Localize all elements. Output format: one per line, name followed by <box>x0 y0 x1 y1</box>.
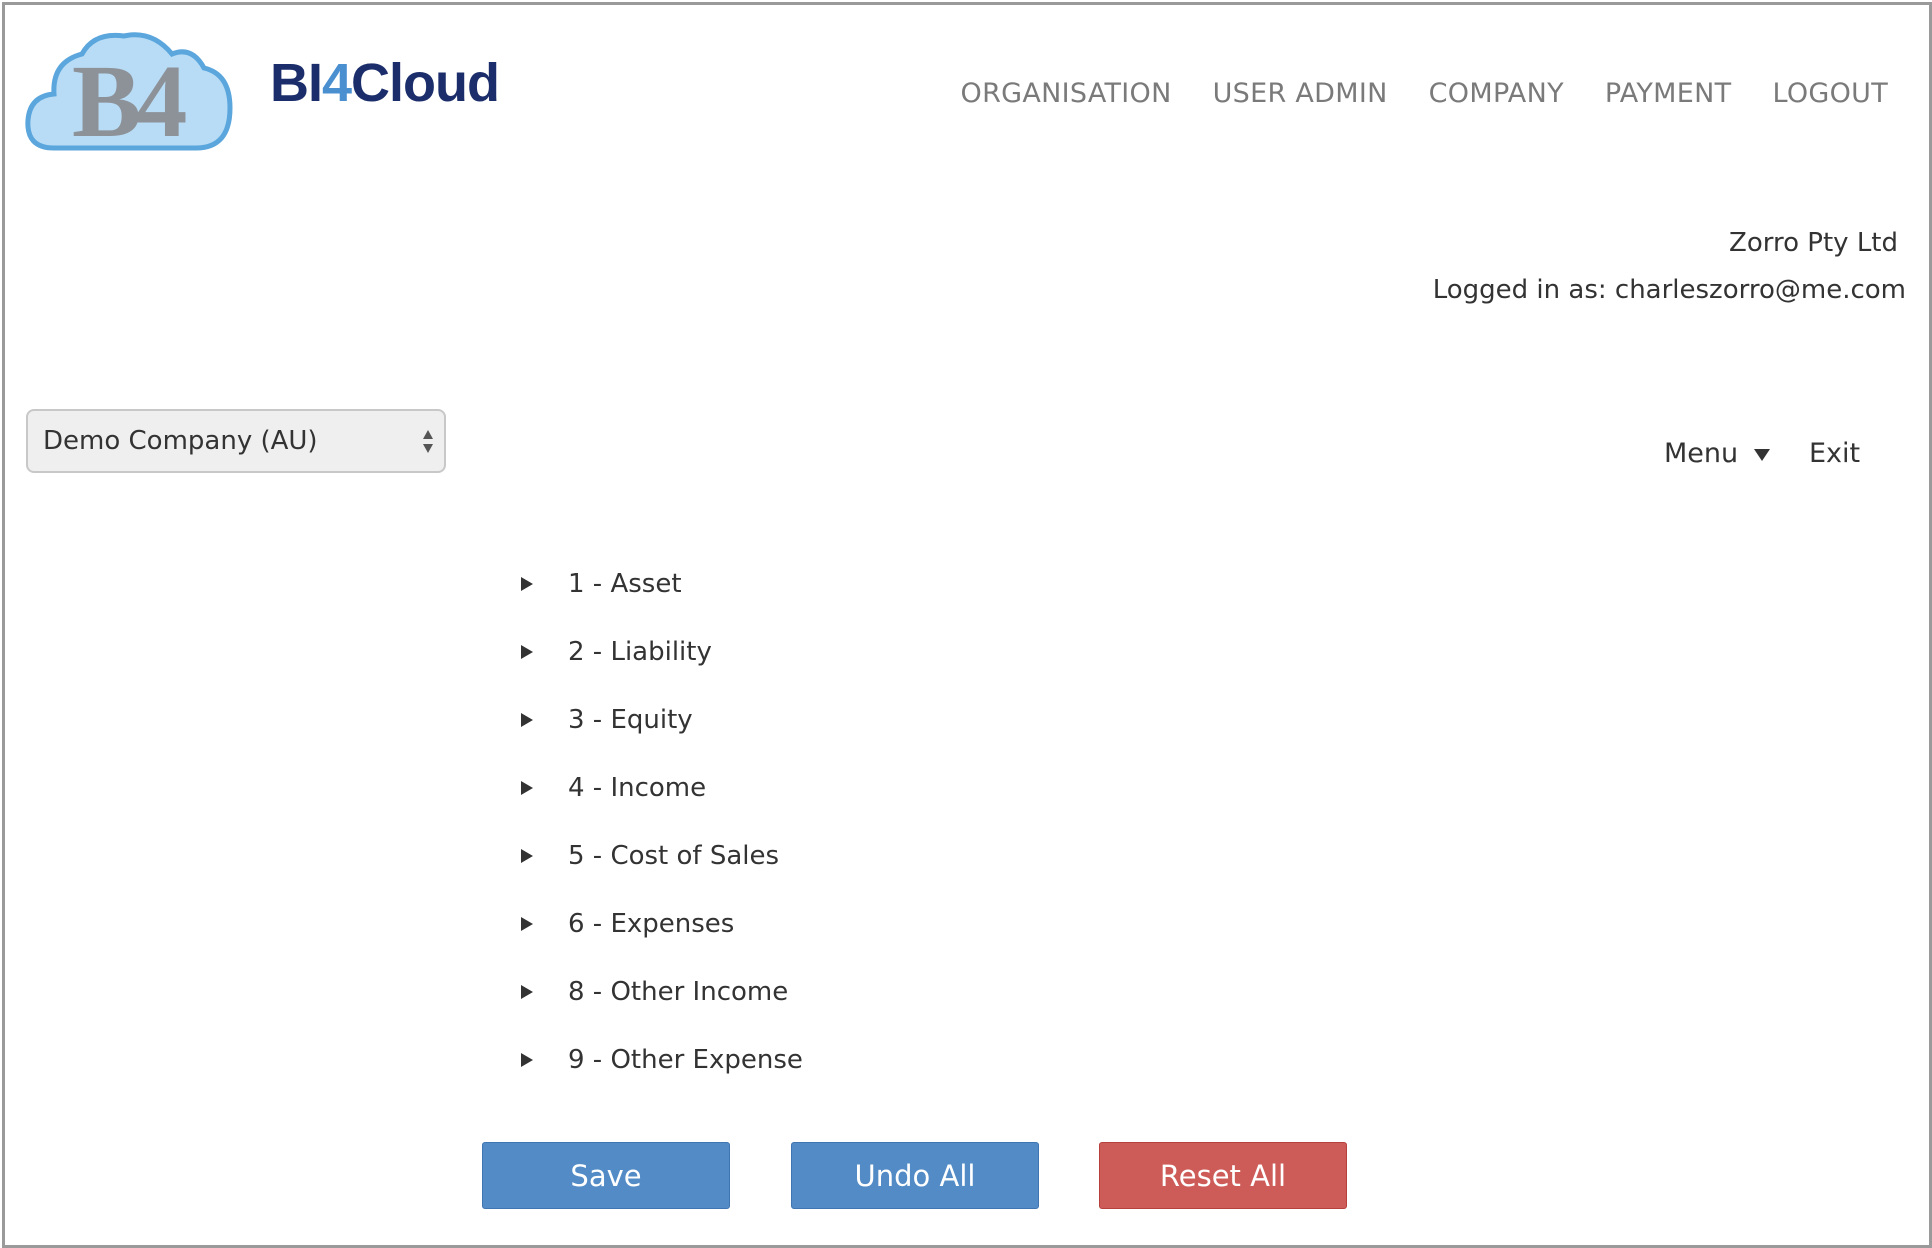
reset-all-button[interactable]: Reset All <box>1099 1142 1347 1209</box>
brand-name: BI4Cloud <box>270 52 500 114</box>
tree-item-label: 3 - Equity <box>568 705 693 735</box>
tree-item-label: 8 - Other Income <box>568 977 789 1007</box>
tree-item-label: 6 - Expenses <box>568 909 735 939</box>
expand-triangle-icon <box>521 985 533 999</box>
tree-item-label: 2 - Liability <box>568 637 712 667</box>
menu-dropdown[interactable]: Menu <box>1664 438 1771 469</box>
expand-triangle-icon <box>521 849 533 863</box>
expand-triangle-icon <box>521 645 533 659</box>
nav-organisation[interactable]: ORGANISATION <box>961 78 1172 109</box>
caret-down-icon <box>1753 448 1770 461</box>
logo-text: B4 <box>72 44 186 154</box>
window-frame <box>2 2 1932 1248</box>
company-select-value: Demo Company (AU) <box>43 426 318 456</box>
brand-four: 4 <box>322 53 352 113</box>
brand-cloud: Cloud <box>351 53 500 113</box>
select-arrows-icon <box>423 430 433 453</box>
expand-triangle-icon <box>521 577 533 591</box>
expand-triangle-icon <box>521 781 533 795</box>
top-nav: ORGANISATION USER ADMIN COMPANY PAYMENT … <box>961 78 1888 109</box>
tree-item-asset[interactable]: 1 - Asset <box>518 562 682 606</box>
expand-triangle-icon <box>521 917 533 931</box>
tree-item-expenses[interactable]: 6 - Expenses <box>518 902 734 946</box>
tree-item-other-expense[interactable]: 9 - Other Expense <box>518 1038 803 1082</box>
tree-item-label: 9 - Other Expense <box>568 1045 803 1075</box>
expand-triangle-icon <box>521 713 533 727</box>
tree-item-income[interactable]: 4 - Income <box>518 766 706 810</box>
tree-item-cost-of-sales[interactable]: 5 - Cost of Sales <box>518 834 779 878</box>
save-button[interactable]: Save <box>482 1142 730 1209</box>
menu-label: Menu <box>1664 438 1739 469</box>
expand-triangle-icon <box>521 1053 533 1067</box>
exit-link[interactable]: Exit <box>1809 438 1860 469</box>
company-name: Zorro Pty Ltd <box>1729 228 1898 258</box>
nav-logout[interactable]: LOGOUT <box>1772 78 1888 109</box>
nav-payment[interactable]: PAYMENT <box>1605 78 1732 109</box>
tree-item-label: 4 - Income <box>568 773 707 803</box>
tree-item-other-income[interactable]: 8 - Other Income <box>518 970 788 1014</box>
brand-bi: BI <box>270 53 323 113</box>
nav-user-admin[interactable]: USER ADMIN <box>1213 78 1388 109</box>
tree-item-label: 1 - Asset <box>568 569 682 599</box>
undo-all-button[interactable]: Undo All <box>791 1142 1039 1209</box>
tree-item-label: 5 - Cost of Sales <box>568 841 780 871</box>
logged-in-as: Logged in as: charleszorro@me.com <box>1432 275 1906 305</box>
tree-item-liability[interactable]: 2 - Liability <box>518 630 712 674</box>
tree-item-equity[interactable]: 3 - Equity <box>518 698 693 742</box>
nav-company[interactable]: COMPANY <box>1429 78 1564 109</box>
b4-cloud-logo: B4 <box>25 32 233 154</box>
company-select[interactable]: Demo Company (AU) <box>26 409 446 473</box>
